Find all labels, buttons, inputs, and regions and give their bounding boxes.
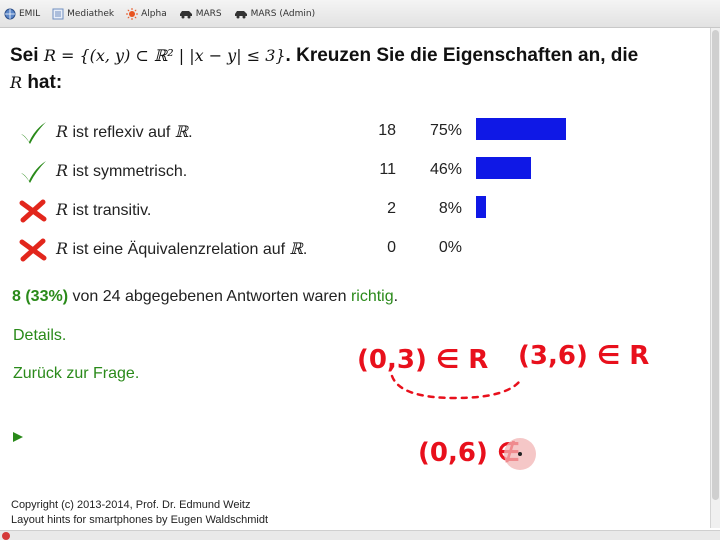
annotation-arc [390, 374, 524, 400]
question-text: Sei R = {(x, y) ⊂ ℝ² | |x − y| ≤ 3}. Kre… [10, 42, 700, 96]
annotation-left: (0,3) ∈ R [357, 345, 488, 375]
bookmark-label: MARS (Admin) [250, 8, 316, 19]
correct-count: 8 (33%) [12, 288, 69, 305]
answer-label: R ist reflexiv auf ℝ. [56, 122, 193, 141]
bookmark-emil[interactable]: EMIL [4, 8, 40, 20]
answer-count: 0 [387, 239, 396, 256]
bookmark-alpha[interactable]: Alpha [126, 7, 167, 20]
bookmark-mars[interactable]: MARS [179, 9, 222, 19]
answer-row: R ist symmetrisch. 11 46% [0, 157, 620, 187]
scrollbar[interactable] [710, 28, 720, 528]
answer-row: R ist eine Äquivalenzrelation auf ℝ. 0 0… [0, 235, 620, 265]
answer-count: 18 [378, 122, 396, 139]
question-prefix: Sei [10, 45, 39, 66]
car-icon [179, 9, 193, 19]
answer-percent: 75% [429, 122, 462, 139]
bookmark-mars-admin[interactable]: MARS (Admin) [234, 9, 315, 19]
relation-var: R [10, 73, 23, 92]
back-to-question-link[interactable]: Zurück zur Frage. [13, 365, 139, 383]
bookmark-label: EMIL [19, 8, 41, 19]
car-icon [234, 9, 248, 19]
layout-credit-text: Layout hints for smartphones by Eugen Wa… [11, 514, 269, 526]
bookmark-label: Alpha [141, 8, 167, 19]
answer-label: R ist symmetrisch. [56, 161, 188, 180]
bookmark-label: Mediathek [67, 8, 115, 19]
question-suffix: hat: [27, 72, 63, 93]
bottom-strip [0, 530, 720, 540]
cross-icon [18, 237, 48, 263]
answer-bar [476, 118, 566, 140]
copyright-text: Copyright (c) 2013-2014, Prof. Dr. Edmun… [11, 499, 251, 511]
check-icon [18, 159, 48, 185]
annotation-right: (3,6) ∈ R [518, 341, 649, 371]
bookmarks-toolbar: EMIL Mediathek Alpha MARS MARS (Admin) [0, 0, 720, 28]
pen-cursor-dot [518, 452, 522, 456]
sun-icon [126, 7, 139, 20]
answer-percent: 46% [429, 161, 462, 178]
answer-percent: 0% [438, 239, 462, 256]
answer-row: R ist transitiv. 2 8% [0, 196, 620, 226]
summary-mid: von 24 abgegebenen Antworten waren [72, 288, 347, 305]
scrollbar-thumb[interactable] [712, 30, 719, 500]
answer-count: 2 [387, 200, 396, 217]
list-icon [52, 8, 64, 20]
answer-label: R ist transitiv. [56, 200, 152, 219]
answer-count: 11 [379, 161, 396, 178]
bookmark-mediathek[interactable]: Mediathek [52, 8, 114, 20]
answer-label: R ist eine Äquivalenzrelation auf ℝ. [56, 239, 308, 258]
globe-icon [4, 8, 16, 20]
result-summary: 8 (33%) von 24 abgegebenen Antworten war… [12, 288, 398, 306]
cross-icon [18, 198, 48, 224]
relation-definition: R = {(x, y) ⊂ ℝ² | |x − y| ≤ 3} [43, 46, 286, 65]
answer-row: R ist reflexiv auf ℝ. 18 75% [0, 118, 620, 148]
answer-percent: 8% [438, 200, 462, 217]
annotation-bottom: (0,6) ∉ [418, 438, 520, 468]
summary-end: . [393, 288, 399, 305]
check-icon [18, 120, 48, 146]
answer-bar [476, 196, 486, 218]
question-body: . Kreuzen Sie die Eigenschaften an, die [285, 45, 639, 66]
footer: Copyright (c) 2013-2014, Prof. Dr. Edmun… [11, 498, 268, 528]
summary-correct-word: richtig [350, 288, 394, 305]
answer-bar [476, 157, 531, 179]
record-dot-icon [2, 532, 10, 540]
bookmark-label: MARS [195, 8, 222, 19]
play-icon[interactable] [12, 428, 24, 447]
pen-cursor-highlight [504, 438, 536, 470]
details-link[interactable]: Details. [13, 327, 66, 345]
